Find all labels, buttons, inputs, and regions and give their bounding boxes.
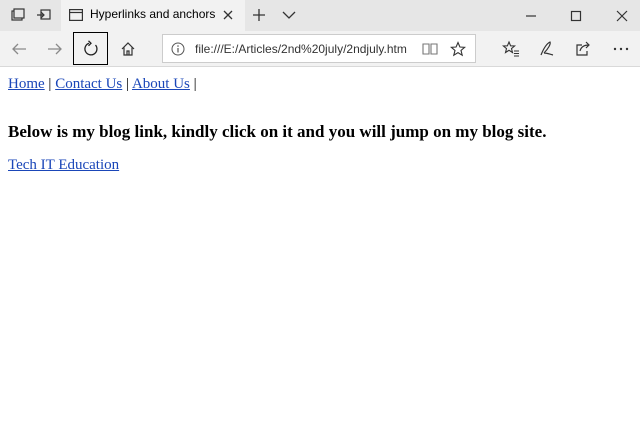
refresh-button[interactable]	[73, 32, 108, 65]
forward-arrow-icon[interactable]	[46, 40, 64, 58]
nav-separator: |	[126, 76, 130, 92]
share-icon[interactable]	[574, 40, 592, 58]
more-icon[interactable]	[612, 40, 630, 58]
nav-separator: |	[48, 76, 52, 92]
star-icon[interactable]	[450, 41, 466, 57]
address-bar[interactable]: file:///E:/Articles/2nd%20july/2ndjuly.h…	[162, 34, 476, 63]
site-nav: Home | Contact Us | About Us |	[8, 75, 628, 93]
maximize-icon[interactable]	[569, 9, 583, 23]
blog-link-row: Tech IT Education	[8, 157, 628, 174]
page-heading: Below is my blog link, kindly click on i…	[8, 122, 547, 141]
favorites-list-icon[interactable]	[502, 40, 520, 58]
home-icon[interactable]	[119, 40, 137, 58]
tab-active[interactable]: Hyperlinks and anchors	[61, 0, 245, 31]
nav-link-home[interactable]: Home	[8, 76, 45, 92]
window-close-icon[interactable]	[615, 9, 629, 23]
browser-toolbar: file:///E:/Articles/2nd%20july/2ndjuly.h…	[0, 31, 640, 67]
reading-view-icon[interactable]	[422, 42, 438, 56]
info-icon[interactable]	[171, 42, 185, 56]
nav-link-contact[interactable]: Contact Us	[55, 76, 122, 92]
nav-link-about[interactable]: About Us	[132, 76, 190, 92]
refresh-icon	[84, 40, 98, 56]
chevron-down-icon[interactable]	[282, 10, 296, 20]
nav-separator: |	[193, 76, 197, 92]
pen-icon[interactable]	[538, 40, 556, 58]
new-tab-icon[interactable]	[252, 8, 266, 22]
back-arrow-icon[interactable]	[10, 40, 28, 58]
tab-preview-icon[interactable]	[10, 7, 26, 23]
tab-title: Hyperlinks and anchors	[90, 7, 216, 21]
minimize-icon[interactable]	[524, 9, 538, 23]
title-bar: Hyperlinks and anchors	[0, 0, 640, 31]
set-aside-tabs-icon[interactable]	[36, 7, 52, 23]
address-url[interactable]: file:///E:/Articles/2nd%20july/2ndjuly.h…	[195, 42, 407, 56]
page-content: Home | Contact Us | About Us | Below is …	[8, 75, 628, 174]
page-icon	[69, 9, 83, 21]
close-tab-icon[interactable]	[221, 8, 235, 22]
blog-link[interactable]: Tech IT Education	[8, 157, 119, 173]
